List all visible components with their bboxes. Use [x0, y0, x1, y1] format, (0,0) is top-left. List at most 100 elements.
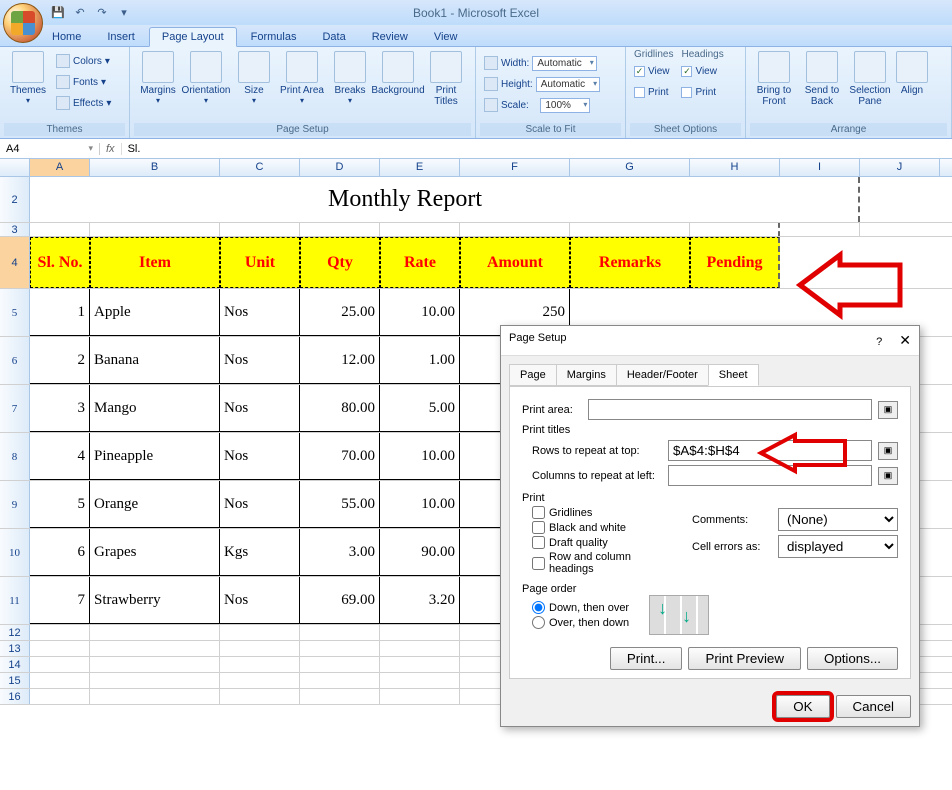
- headings-view-check[interactable]: ✓View: [681, 61, 723, 81]
- col-header-I[interactable]: I: [780, 159, 860, 176]
- tab-page-layout[interactable]: Page Layout: [149, 27, 237, 47]
- row-header-16[interactable]: 16: [0, 689, 30, 704]
- header-cell[interactable]: Item: [90, 237, 220, 288]
- data-cell[interactable]: Banana: [90, 337, 220, 384]
- dialog-tab-header-footer[interactable]: Header/Footer: [616, 364, 709, 386]
- data-cell[interactable]: Nos: [220, 577, 300, 624]
- data-cell[interactable]: 12.00: [300, 337, 380, 384]
- col-header-G[interactable]: G: [570, 159, 690, 176]
- data-cell[interactable]: 4: [30, 433, 90, 480]
- options-button[interactable]: Options...: [807, 647, 898, 670]
- data-cell[interactable]: Nos: [220, 385, 300, 432]
- data-cell[interactable]: 90.00: [380, 529, 460, 576]
- data-cell[interactable]: Nos: [220, 481, 300, 528]
- data-cell[interactable]: 5.00: [380, 385, 460, 432]
- row-header-4[interactable]: 4: [0, 237, 30, 288]
- data-cell[interactable]: 25.00: [300, 289, 380, 336]
- align-button[interactable]: Align: [894, 49, 930, 98]
- range-picker-icon[interactable]: ▣: [878, 401, 898, 419]
- tab-formulas[interactable]: Formulas: [239, 28, 309, 46]
- data-cell[interactable]: 1.00: [380, 337, 460, 384]
- row-header-6[interactable]: 6: [0, 337, 30, 384]
- tab-view[interactable]: View: [422, 28, 470, 46]
- select-all-corner[interactable]: [0, 159, 30, 176]
- headings-print-check[interactable]: Print: [681, 82, 723, 102]
- scale-combo[interactable]: 100%: [540, 98, 590, 113]
- row-header-10[interactable]: 10: [0, 529, 30, 576]
- data-cell[interactable]: 3.00: [300, 529, 380, 576]
- dialog-tab-margins[interactable]: Margins: [556, 364, 617, 386]
- print-button[interactable]: Print...: [610, 647, 683, 670]
- ok-button[interactable]: OK: [776, 695, 829, 718]
- data-cell[interactable]: 55.00: [300, 481, 380, 528]
- data-cell[interactable]: Apple: [90, 289, 220, 336]
- header-cell[interactable]: Rate: [380, 237, 460, 288]
- data-cell[interactable]: Nos: [220, 433, 300, 480]
- row-header-14[interactable]: 14: [0, 657, 30, 672]
- header-cell[interactable]: Sl. No.: [30, 237, 90, 288]
- header-cell[interactable]: Remarks: [570, 237, 690, 288]
- tab-home[interactable]: Home: [40, 28, 93, 46]
- col-header-J[interactable]: J: [860, 159, 940, 176]
- cancel-button[interactable]: Cancel: [836, 695, 912, 718]
- header-cell[interactable]: Pending: [690, 237, 780, 288]
- theme-fonts-button[interactable]: Fonts ▾: [56, 72, 111, 92]
- breaks-button[interactable]: Breaks▾: [326, 49, 374, 107]
- header-cell[interactable]: Amount: [460, 237, 570, 288]
- data-cell[interactable]: Kgs: [220, 529, 300, 576]
- print-preview-button[interactable]: Print Preview: [688, 647, 801, 670]
- formula-input[interactable]: Sl.: [122, 143, 952, 155]
- print-titles-button[interactable]: Print Titles: [422, 49, 470, 109]
- margins-button[interactable]: Margins▾: [134, 49, 182, 107]
- data-cell[interactable]: Nos: [220, 337, 300, 384]
- selection-pane-button[interactable]: Selection Pane: [846, 49, 894, 109]
- data-cell[interactable]: Mango: [90, 385, 220, 432]
- send-to-back-button[interactable]: Send to Back: [798, 49, 846, 109]
- data-cell[interactable]: 70.00: [300, 433, 380, 480]
- data-cell[interactable]: 10.00: [380, 433, 460, 480]
- col-header-A[interactable]: A: [30, 159, 90, 176]
- report-title-cell[interactable]: Monthly Report: [30, 177, 780, 222]
- office-button[interactable]: [3, 3, 43, 43]
- background-button[interactable]: Background: [374, 49, 422, 98]
- bring-to-front-button[interactable]: Bring to Front: [750, 49, 798, 109]
- gridlines-checkbox[interactable]: [532, 506, 545, 519]
- data-cell[interactable]: 2: [30, 337, 90, 384]
- data-cell[interactable]: Orange: [90, 481, 220, 528]
- data-cell[interactable]: 80.00: [300, 385, 380, 432]
- col-header-C[interactable]: C: [220, 159, 300, 176]
- close-icon[interactable]: ✕: [899, 332, 911, 348]
- print-area-input[interactable]: [588, 399, 872, 420]
- row-header-11[interactable]: 11: [0, 577, 30, 624]
- qat-customize-icon[interactable]: ▾: [116, 5, 132, 21]
- dialog-tab-page[interactable]: Page: [509, 364, 557, 386]
- data-cell[interactable]: Grapes: [90, 529, 220, 576]
- col-header-D[interactable]: D: [300, 159, 380, 176]
- data-cell[interactable]: 10.00: [380, 481, 460, 528]
- theme-effects-button[interactable]: Effects ▾: [56, 93, 111, 113]
- theme-colors-button[interactable]: Colors ▾: [56, 51, 111, 71]
- down-over-radio[interactable]: [532, 601, 545, 614]
- data-cell[interactable]: 7: [30, 577, 90, 624]
- col-header-E[interactable]: E: [380, 159, 460, 176]
- data-cell[interactable]: Nos: [220, 289, 300, 336]
- row-header-15[interactable]: 15: [0, 673, 30, 688]
- data-cell[interactable]: 5: [30, 481, 90, 528]
- width-combo[interactable]: Automatic: [532, 56, 596, 71]
- over-down-radio[interactable]: [532, 616, 545, 629]
- row-header-7[interactable]: 7: [0, 385, 30, 432]
- gridlines-print-check[interactable]: Print: [634, 82, 673, 102]
- row-header-2[interactable]: 2: [0, 177, 30, 222]
- height-combo[interactable]: Automatic: [536, 77, 600, 92]
- data-cell[interactable]: 10.00: [380, 289, 460, 336]
- data-cell[interactable]: 1: [30, 289, 90, 336]
- redo-icon[interactable]: ↷: [94, 5, 110, 21]
- data-cell[interactable]: Pineapple: [90, 433, 220, 480]
- row-header-9[interactable]: 9: [0, 481, 30, 528]
- cell-errors-select[interactable]: displayed: [778, 535, 898, 558]
- undo-icon[interactable]: ↶: [72, 5, 88, 21]
- tab-data[interactable]: Data: [310, 28, 357, 46]
- row-header-8[interactable]: 8: [0, 433, 30, 480]
- draft-checkbox[interactable]: [532, 536, 545, 549]
- orientation-button[interactable]: Orientation▾: [182, 49, 230, 107]
